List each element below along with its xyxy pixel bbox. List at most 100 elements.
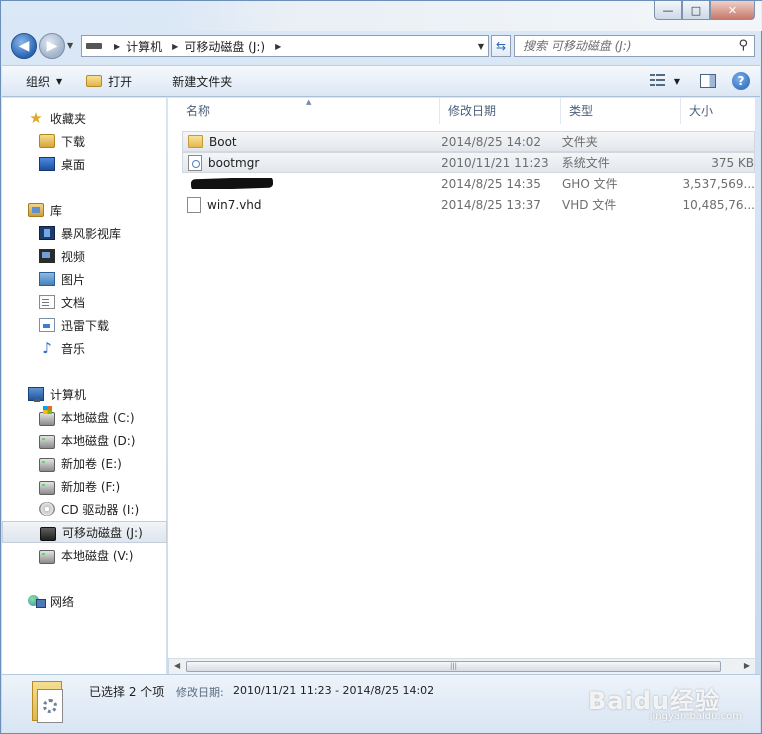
organize-button[interactable]: 组织 ▼ <box>2 66 74 96</box>
pictures-icon <box>39 272 55 286</box>
explorer-window: — □ ✕ ◀ ▶ ▼ ▶ 计算机 ▶ 可移动磁盘 (J:) ▶ ▼ ⇆ ⚲ 组… <box>0 0 762 734</box>
nav-drive-i[interactable]: CD 驱动器 (I:) <box>2 498 167 520</box>
file-date: 2014/8/25 13:37 <box>441 197 541 212</box>
folder-icon <box>188 135 203 148</box>
views-dropdown-icon[interactable]: ▼ <box>674 77 680 86</box>
view-controls: ▼ ? <box>649 72 750 90</box>
nav-drive-c[interactable]: 本地磁盘 (C:) <box>2 406 167 428</box>
column-header: 名称 修改日期 类型 大小 ▲ <box>168 98 755 124</box>
file-row[interactable]: Boot 2014/8/25 14:02 文件夹 <box>182 131 755 152</box>
breadcrumb-removable-disk[interactable]: 可移动磁盘 (J:) <box>184 38 265 55</box>
close-button[interactable]: ✕ <box>710 1 755 20</box>
video-icon <box>39 249 55 263</box>
nav-thunder-downloads[interactable]: 迅雷下载 <box>2 314 167 336</box>
network-icon <box>28 594 46 608</box>
maximize-button[interactable]: □ <box>682 1 710 20</box>
nav-drive-d[interactable]: 本地磁盘 (D:) <box>2 429 167 451</box>
back-button[interactable]: ◀ <box>11 33 37 59</box>
scrollbar-thumb[interactable]: ||| <box>186 661 721 672</box>
help-icon[interactable]: ? <box>732 72 750 90</box>
address-bar[interactable]: ▶ 计算机 ▶ 可移动磁盘 (J:) ▶ ▼ <box>81 35 489 57</box>
organize-label: 组织 <box>26 74 51 89</box>
column-name[interactable]: 名称 <box>168 98 440 124</box>
horizontal-scrollbar[interactable]: ◀ ||| ▶ <box>169 658 755 674</box>
downloads-folder-icon <box>39 134 55 148</box>
open-button[interactable]: 打开 <box>74 66 144 96</box>
nav-label: 下载 <box>61 134 86 149</box>
nav-network[interactable]: 网络 <box>2 590 167 612</box>
column-size[interactable]: 大小 <box>681 98 755 124</box>
column-date-modified[interactable]: 修改日期 <box>440 98 561 124</box>
chevron-right-icon[interactable]: ▶ <box>114 42 120 51</box>
chevron-right-icon[interactable]: ▶ <box>172 42 178 51</box>
nav-video[interactable]: 视频 <box>2 245 167 267</box>
chevron-right-icon[interactable]: ▶ <box>275 42 281 51</box>
nav-label: CD 驱动器 (I:) <box>61 502 140 517</box>
file-type: VHD 文件 <box>562 198 617 212</box>
file-type: 文件夹 <box>561 135 598 149</box>
nav-label: 文档 <box>61 295 86 310</box>
nav-drive-f[interactable]: 新加卷 (F:) <box>2 475 167 497</box>
file-row[interactable]: 2014/8/25 14:35 GHO 文件 3,537,569... <box>182 173 755 194</box>
nav-label: 网络 <box>50 594 75 609</box>
new-folder-label: 新建文件夹 <box>172 74 233 89</box>
navigation-row: ◀ ▶ ▼ ▶ 计算机 ▶ 可移动磁盘 (J:) ▶ ▼ ⇆ ⚲ <box>9 31 755 61</box>
nav-label: 音乐 <box>61 341 86 356</box>
nav-label: 可移动磁盘 (J:) <box>62 525 143 540</box>
windows-drive-icon <box>39 406 55 426</box>
file-name: win7.vhd <box>207 197 262 212</box>
refresh-button[interactable]: ⇆ <box>491 35 511 57</box>
new-folder-button[interactable]: 新建文件夹 <box>144 66 244 96</box>
baidu-watermark-url: jingyan.baidu.com <box>649 711 742 722</box>
file-date: 2010/11/21 11:23 <box>441 155 549 170</box>
selection-count: 已选择 2 个项 <box>89 685 165 699</box>
nav-label: 视频 <box>61 249 86 264</box>
preview-pane-icon[interactable] <box>700 74 716 88</box>
scroll-left-icon[interactable]: ◀ <box>174 661 180 670</box>
nav-pictures[interactable]: 图片 <box>2 268 167 290</box>
minimize-button[interactable]: — <box>654 1 682 20</box>
scroll-right-icon[interactable]: ▶ <box>744 661 750 670</box>
details-pane: 已选择 2 个项 修改日期: 2010/11/21 11:23 - 2014/8… <box>2 674 760 733</box>
nav-label: 新加卷 (F:) <box>61 479 121 494</box>
column-type[interactable]: 类型 <box>561 98 681 124</box>
sort-ascending-icon: ▲ <box>306 98 312 106</box>
redacted-filename <box>190 178 274 189</box>
file-list: 名称 修改日期 类型 大小 ▲ Boot 2014/8/25 14:02 文件夹… <box>168 98 755 658</box>
caret-down-icon: ▼ <box>56 76 63 86</box>
nav-drive-v[interactable]: 本地磁盘 (V:) <box>2 544 167 566</box>
breadcrumb-computer[interactable]: 计算机 <box>126 38 162 55</box>
nav-drive-j[interactable]: 可移动磁盘 (J:) <box>2 521 167 543</box>
file-row[interactable]: win7.vhd 2014/8/25 13:37 VHD 文件 10,485,7… <box>182 194 755 215</box>
hard-drive-icon <box>39 481 55 495</box>
nav-label: 本地磁盘 (V:) <box>61 548 134 563</box>
search-icon[interactable]: ⚲ <box>738 38 748 53</box>
open-folder-icon <box>86 75 103 87</box>
nav-libraries[interactable]: 库 <box>2 199 167 221</box>
file-icon <box>187 196 201 213</box>
address-dropdown-icon[interactable]: ▼ <box>478 42 484 51</box>
file-type: GHO 文件 <box>562 177 618 191</box>
nav-storm-library[interactable]: 暴风影视库 <box>2 222 167 244</box>
nav-computer[interactable]: 计算机 <box>2 383 167 405</box>
nav-drive-e[interactable]: 新加卷 (E:) <box>2 452 167 474</box>
file-row[interactable]: bootmgr 2010/11/21 11:23 系统文件 375 KB <box>182 152 755 173</box>
nav-label: 收藏夹 <box>50 111 87 126</box>
nav-label: 迅雷下载 <box>61 318 110 333</box>
views-icon[interactable] <box>649 74 668 88</box>
nav-documents[interactable]: 文档 <box>2 291 167 313</box>
search-box[interactable]: ⚲ <box>514 35 755 57</box>
nav-downloads[interactable]: 下载 <box>2 130 167 152</box>
nav-label: 本地磁盘 (D:) <box>61 433 136 448</box>
search-input[interactable] <box>523 39 723 53</box>
nav-desktop[interactable]: 桌面 <box>2 153 167 175</box>
forward-button[interactable]: ▶ <box>39 33 65 59</box>
refresh-icon: ⇆ <box>495 39 507 53</box>
nav-favorites[interactable]: ★ 收藏夹 <box>2 107 167 129</box>
arrow-left-icon: ◀ <box>18 38 30 54</box>
computer-icon <box>28 387 44 402</box>
nav-music[interactable]: ♪ 音乐 <box>2 337 167 359</box>
star-icon: ★ <box>29 109 43 127</box>
storm-library-icon <box>39 226 55 240</box>
recent-pages-dropdown[interactable]: ▼ <box>67 41 73 50</box>
